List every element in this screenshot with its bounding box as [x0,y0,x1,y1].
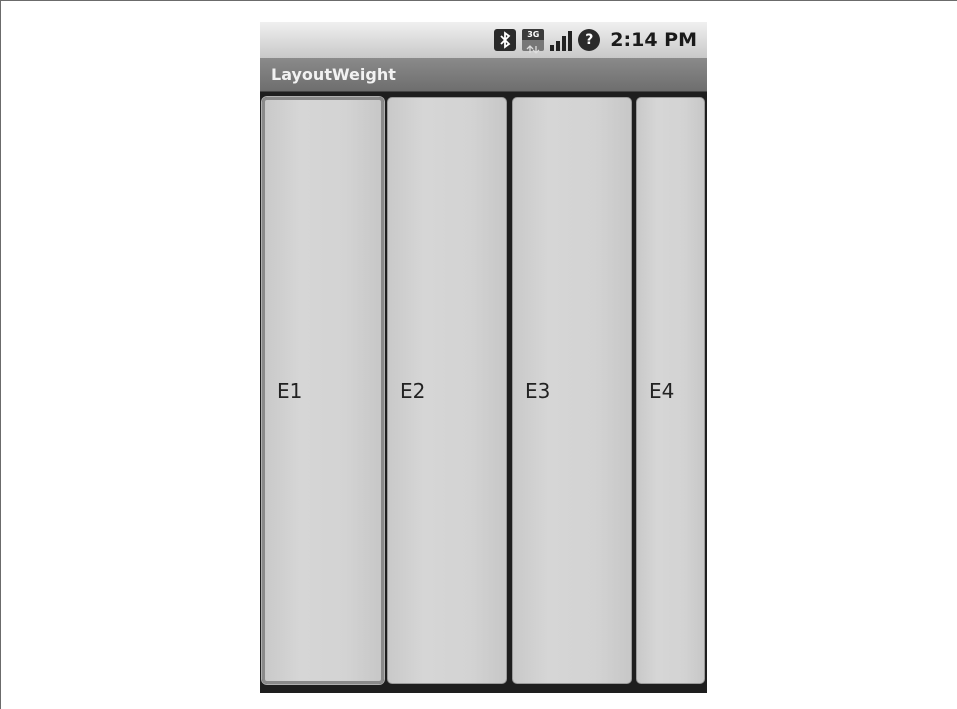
app-title-bar: LayoutWeight [260,58,707,92]
bluetooth-icon [494,29,517,51]
status-time: 2:14 PM [610,29,697,51]
field-text: E1 [277,378,303,403]
edit-text-e1[interactable]: E1 [262,97,384,684]
frame-top-border [0,0,957,1]
network-type-label: 3G [522,29,545,40]
status-bar: 3G ? 2:14 PM [260,22,707,58]
unknown-status-glyph: ? [585,32,594,48]
layout-content: E1 E2 E3 E4 [260,92,707,693]
field-text: E4 [649,378,675,403]
frame-left-border [0,0,1,709]
field-text: E2 [400,378,426,403]
signal-strength-icon [550,29,573,51]
field-text: E3 [525,378,551,403]
unknown-status-icon: ? [578,29,601,51]
phone-screen: 3G ? 2:14 PM LayoutWeight E1 E2 E3 E4 [260,22,707,693]
3g-data-icon: 3G [522,29,545,54]
data-activity-arrows [522,40,545,54]
edit-text-e2[interactable]: E2 [387,97,507,684]
edit-text-e3[interactable]: E3 [512,97,632,684]
edit-text-e4[interactable]: E4 [636,97,705,684]
app-title: LayoutWeight [271,65,396,84]
